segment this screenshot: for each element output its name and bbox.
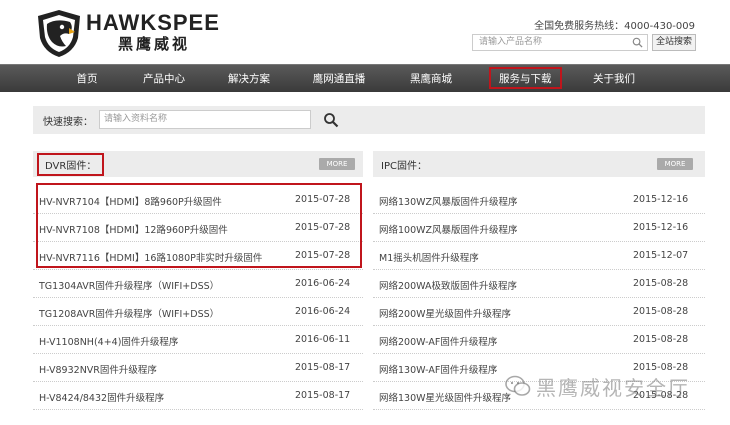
dvr-panel-title: DVR固件： [37, 153, 105, 176]
quick-search-bar: 快速搜索： 请输入资料名称 [33, 106, 705, 134]
quick-search-label: 快速搜索： [43, 117, 93, 128]
firmware-name[interactable]: H-V1108NH(4+4)固件升级程序 [39, 334, 178, 348]
highlight-box [36, 183, 362, 268]
logo-chinese-text: 黑鹰威视 [118, 35, 191, 53]
firmware-date: 2016-06-24 [295, 306, 351, 317]
firmware-name[interactable]: 网络200WA极致版固件升级程序 [379, 278, 517, 292]
firmware-name[interactable]: 网络200W星光级固件升级程序 [379, 306, 511, 320]
firmware-date: 2015-08-28 [633, 334, 689, 345]
firmware-date: 2015-08-28 [633, 278, 689, 289]
hotline-text: 全国免费服务热线：4000-430-009 [534, 21, 695, 32]
nav-item-about[interactable]: 关于我们 [590, 65, 638, 93]
list-item[interactable]: 网络200W-AF固件升级程序 2015-08-28 [373, 325, 705, 354]
list-item[interactable]: H-V1108NH(4+4)固件升级程序 2016-06-11 [33, 325, 363, 354]
product-search-input[interactable]: 请输入产品名称 [472, 34, 648, 51]
list-item[interactable]: M1摇头机固件升级程序 2015-12-07 [373, 241, 705, 270]
firmware-date: 2016-06-11 [295, 334, 351, 345]
firmware-name[interactable]: TG1208AVR固件升级程序（WIFI+DSS） [39, 306, 219, 320]
firmware-name[interactable]: M1摇头机固件升级程序 [379, 250, 479, 264]
ipc-panel-header: IPC固件： MORE [373, 151, 705, 177]
firmware-date: 2015-08-28 [633, 306, 689, 317]
firmware-name[interactable]: 网络130W-AF固件升级程序 [379, 362, 497, 376]
search-icon[interactable] [323, 112, 339, 128]
dvr-more-button[interactable]: MORE [319, 158, 355, 170]
list-item[interactable]: 网络200WA极致版固件升级程序 2015-08-28 [373, 269, 705, 298]
list-item[interactable]: H-V8932NVR固件升级程序 2015-08-17 [33, 353, 363, 382]
firmware-date: 2015-12-07 [633, 250, 689, 261]
nav-item-solutions[interactable]: 解决方案 [225, 65, 273, 93]
firmware-name[interactable]: TG1304AVR固件升级程序（WIFI+DSS） [39, 278, 219, 292]
firmware-name[interactable]: H-V8424/8432固件升级程序 [39, 390, 164, 404]
wechat-icon [505, 375, 531, 396]
nav-item-mall[interactable]: 黑鹰商城 [407, 65, 455, 93]
firmware-name[interactable]: H-V8932NVR固件升级程序 [39, 362, 157, 376]
firmware-name[interactable]: 网络100WZ风暴版固件升级程序 [379, 222, 518, 236]
ipc-more-button[interactable]: MORE [657, 158, 693, 170]
firmware-name[interactable]: 网络130WZ风暴版固件升级程序 [379, 194, 518, 208]
list-item[interactable]: TG1208AVR固件升级程序（WIFI+DSS） 2016-06-24 [33, 297, 363, 326]
nav-item-live[interactable]: 鹰网通直播 [311, 65, 367, 93]
list-item[interactable]: 网络100WZ风暴版固件升级程序 2015-12-16 [373, 213, 705, 242]
nav-item-home[interactable]: 首页 [74, 65, 100, 93]
site-header: HAWKSPEE 黑鹰威视 全国免费服务热线：4000-430-009 请输入产… [0, 0, 730, 64]
site-search-button[interactable]: 全站搜索 [652, 34, 696, 51]
list-item[interactable]: TG1304AVR固件升级程序（WIFI+DSS） 2016-06-24 [33, 269, 363, 298]
list-item[interactable]: H-V8424/8432固件升级程序 2015-08-17 [33, 381, 363, 410]
firmware-name[interactable]: 网络130W星光级固件升级程序 [379, 390, 511, 404]
product-search-placeholder: 请输入产品名称 [479, 37, 543, 47]
eagle-logo-icon[interactable] [36, 8, 82, 58]
firmware-name[interactable]: 网络200W-AF固件升级程序 [379, 334, 497, 348]
firmware-date: 2015-08-17 [295, 390, 351, 401]
firmware-date: 2015-12-16 [633, 194, 689, 205]
list-item[interactable]: 网络130WZ风暴版固件升级程序 2015-12-16 [373, 185, 705, 214]
main-nav: 首页 产品中心 解决方案 鹰网通直播 黑鹰商城 服务与下载 关于我们 [0, 64, 730, 92]
list-item[interactable]: 网络200W星光级固件升级程序 2015-08-28 [373, 297, 705, 326]
firmware-date: 2015-12-16 [633, 222, 689, 233]
search-icon[interactable] [632, 37, 643, 48]
quick-search-input[interactable]: 请输入资料名称 [99, 110, 311, 129]
firmware-date: 2016-06-24 [295, 278, 351, 289]
nav-item-service-download[interactable]: 服务与下载 [489, 67, 562, 89]
nav-item-products[interactable]: 产品中心 [140, 65, 188, 93]
watermark-text: 黑鹰威视安全厅 [536, 376, 690, 400]
ipc-panel-title: IPC固件： [381, 161, 427, 172]
dvr-panel-header: DVR固件： MORE [33, 151, 363, 177]
firmware-date: 2015-08-17 [295, 362, 351, 373]
